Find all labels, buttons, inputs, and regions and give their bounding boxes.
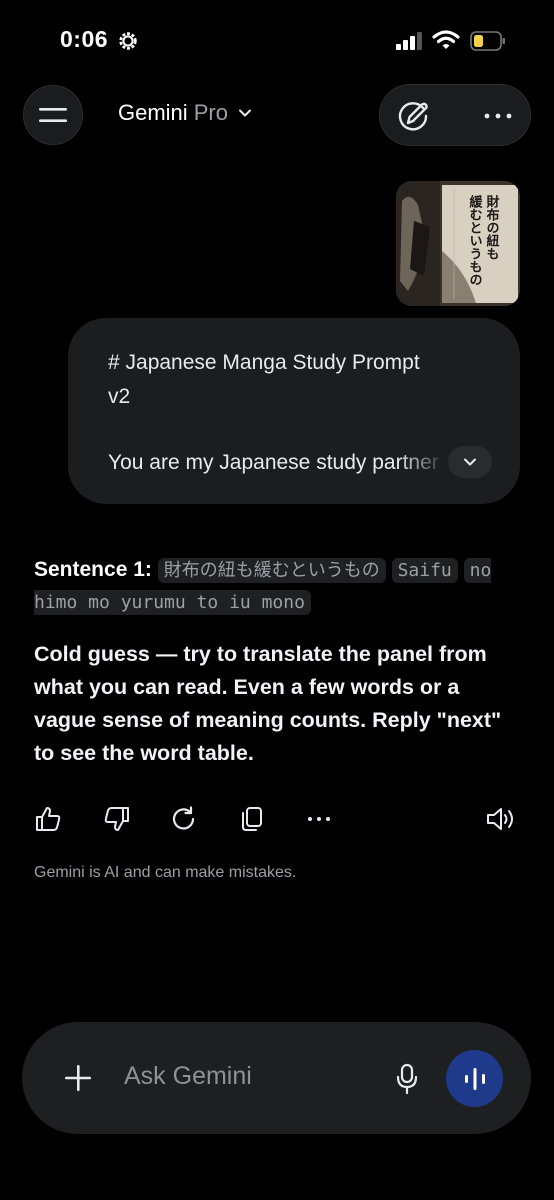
copy-button[interactable]: [235, 802, 269, 836]
good-response-button[interactable]: [31, 802, 65, 836]
chevron-down-icon: [464, 458, 476, 466]
model-response: Sentence 1: 財布の紐も緩むというもの Saifu no himo m…: [34, 554, 520, 770]
live-mode-button[interactable]: [446, 1050, 503, 1107]
redo-icon: [172, 806, 195, 830]
prompt-text: # Japanese Manga Study Prompt v2: [108, 351, 420, 408]
sentence-label: Sentence 1:: [34, 558, 152, 581]
read-aloud-button[interactable]: [484, 802, 518, 836]
menu-button[interactable]: [23, 85, 83, 145]
response-body: Cold guess — try to translate the panel …: [34, 642, 502, 765]
japanese-code: 財布の紐も緩むというもの: [157, 558, 386, 583]
wifi-icon: [432, 30, 460, 49]
model-selector[interactable]: Gemini Pro: [118, 100, 252, 126]
prompt-text-truncated: You are my Japanese study partner: [108, 451, 439, 474]
more-actions-button[interactable]: [302, 802, 336, 836]
app-title: Gemini: [118, 100, 188, 125]
hamburger-menu-icon: [39, 108, 67, 122]
manga-text-col-2: 緩むというもの: [467, 194, 483, 286]
microphone-icon: [396, 1063, 418, 1095]
sentence-line: Sentence 1: 財布の紐も緩むというもの Saifu no himo m…: [34, 554, 520, 618]
thumbs-down-icon: [104, 807, 129, 831]
speaker-icon: [487, 808, 513, 830]
voice-input-button[interactable]: [392, 1061, 422, 1097]
more-icon: [308, 817, 330, 821]
new-chat-button[interactable]: [395, 98, 431, 134]
disclaimer-text: Gemini is AI and can make mistakes.: [34, 864, 297, 881]
battery-icon: [470, 31, 505, 51]
chevron-down-icon: [238, 109, 251, 117]
add-attachment-button[interactable]: [60, 1060, 96, 1096]
status-time: 0:06: [60, 26, 109, 52]
expand-prompt-button[interactable]: [448, 446, 492, 478]
bad-response-button[interactable]: [100, 802, 134, 836]
manga-panel-image: 財布の紐も 緩むというもの: [396, 181, 520, 306]
more-horizontal-icon: [484, 113, 512, 119]
romaji-code-1: Saifu: [391, 558, 458, 583]
regenerate-button[interactable]: [167, 802, 201, 836]
user-prompt-bubble[interactable]: # Japanese Manga Study Prompt v2 You are…: [68, 318, 520, 504]
plus-icon: [65, 1065, 91, 1091]
ask-gemini-input[interactable]: Ask Gemini: [124, 1062, 252, 1091]
model-name: Pro: [193, 100, 228, 125]
new-chat-pen-icon: [398, 102, 428, 131]
copy-icon: [242, 807, 262, 831]
audio-waveform-icon: [464, 1067, 485, 1090]
attached-image-thumbnail[interactable]: 財布の紐も 緩むというもの: [396, 181, 520, 306]
manga-text-col-1: 財布の紐も: [484, 194, 501, 260]
thumbs-up-icon: [36, 807, 61, 831]
more-options-button[interactable]: [480, 98, 516, 134]
settings-gear-icon: [119, 32, 137, 50]
cellular-signal-icon: [396, 32, 422, 50]
